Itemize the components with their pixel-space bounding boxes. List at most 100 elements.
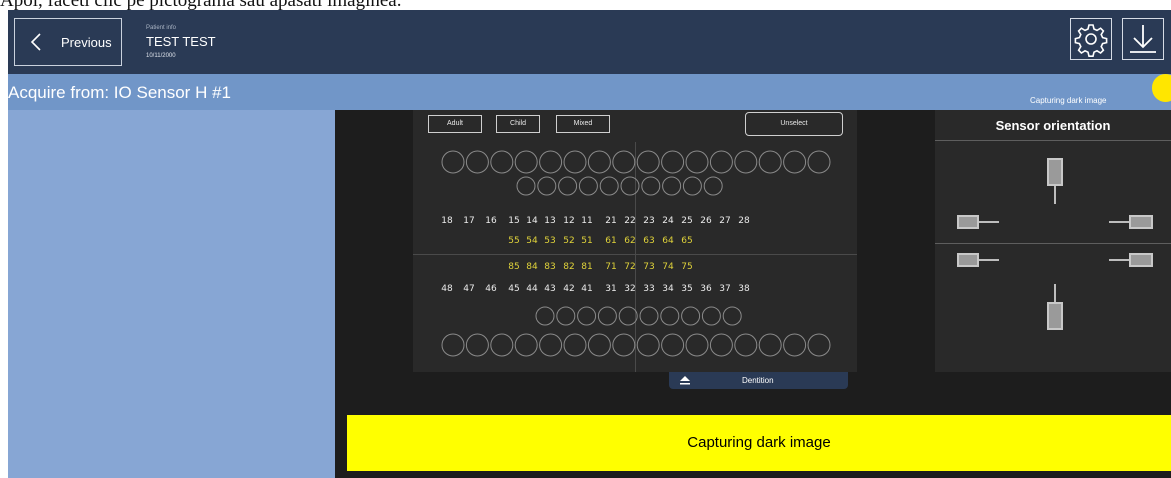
tooth-outline-lower-permanent[interactable] bbox=[734, 333, 758, 357]
tooth-number-lower-permanent[interactable]: 34 bbox=[658, 284, 678, 294]
tooth-outline-upper-primary[interactable] bbox=[578, 176, 598, 196]
tooth-number-lower-primary[interactable]: 81 bbox=[577, 262, 597, 272]
child-button[interactable]: Child bbox=[496, 115, 540, 133]
tooth-number-upper-permanent[interactable]: 16 bbox=[481, 216, 501, 226]
tooth-outline-lower-primary[interactable] bbox=[556, 306, 576, 326]
dentition-toggle-tab[interactable]: Dentition bbox=[669, 372, 848, 389]
tooth-outline-lower-permanent[interactable] bbox=[758, 333, 782, 357]
tooth-number-lower-primary[interactable]: 84 bbox=[522, 262, 542, 272]
tooth-number-lower-permanent[interactable]: 35 bbox=[677, 284, 697, 294]
tooth-outline-lower-permanent[interactable] bbox=[441, 333, 465, 357]
tooth-number-lower-permanent[interactable]: 38 bbox=[734, 284, 754, 294]
tooth-number-upper-permanent[interactable]: 26 bbox=[696, 216, 716, 226]
tooth-outline-upper-primary[interactable] bbox=[516, 176, 536, 196]
tooth-outline-upper-permanent[interactable] bbox=[758, 150, 782, 174]
tooth-outline-lower-permanent[interactable] bbox=[539, 333, 563, 357]
tooth-number-lower-permanent[interactable]: 42 bbox=[559, 284, 579, 294]
tooth-number-upper-permanent[interactable]: 17 bbox=[459, 216, 479, 226]
tooth-outline-upper-primary[interactable] bbox=[537, 176, 557, 196]
sensor-option-wire-left[interactable] bbox=[1105, 212, 1155, 232]
tooth-outline-upper-primary[interactable] bbox=[703, 176, 723, 196]
sensor-option-wire-down[interactable] bbox=[1047, 158, 1071, 208]
tooth-number-lower-primary[interactable]: 72 bbox=[620, 262, 640, 272]
tooth-number-upper-primary[interactable]: 55 bbox=[504, 236, 524, 246]
tooth-outline-lower-primary[interactable] bbox=[577, 306, 597, 326]
previous-button[interactable]: Previous bbox=[14, 18, 122, 66]
tooth-number-upper-primary[interactable]: 63 bbox=[639, 236, 659, 246]
tooth-number-lower-permanent[interactable]: 47 bbox=[459, 284, 479, 294]
tooth-outline-upper-permanent[interactable] bbox=[709, 150, 733, 174]
tooth-outline-upper-permanent[interactable] bbox=[441, 150, 465, 174]
tooth-outline-upper-permanent[interactable] bbox=[587, 150, 611, 174]
tooth-outline-upper-permanent[interactable] bbox=[807, 150, 831, 174]
tooth-number-upper-permanent[interactable]: 25 bbox=[677, 216, 697, 226]
tooth-outline-lower-permanent[interactable] bbox=[465, 333, 489, 357]
tooth-number-upper-permanent[interactable]: 23 bbox=[639, 216, 659, 226]
tooth-outline-upper-permanent[interactable] bbox=[612, 150, 636, 174]
tooth-number-lower-permanent[interactable]: 43 bbox=[540, 284, 560, 294]
tooth-number-upper-permanent[interactable]: 18 bbox=[437, 216, 457, 226]
tooth-number-upper-primary[interactable]: 53 bbox=[540, 236, 560, 246]
tooth-number-lower-permanent[interactable]: 37 bbox=[715, 284, 735, 294]
tooth-number-upper-permanent[interactable]: 13 bbox=[540, 216, 560, 226]
tooth-outline-upper-primary[interactable] bbox=[620, 176, 640, 196]
tooth-outline-upper-permanent[interactable] bbox=[490, 150, 514, 174]
tooth-outline-upper-primary[interactable] bbox=[662, 176, 682, 196]
tooth-number-upper-primary[interactable]: 52 bbox=[559, 236, 579, 246]
tooth-number-lower-permanent[interactable]: 41 bbox=[577, 284, 597, 294]
tooth-outline-upper-primary[interactable] bbox=[599, 176, 619, 196]
tooth-number-upper-primary[interactable]: 64 bbox=[658, 236, 678, 246]
tooth-number-lower-primary[interactable]: 75 bbox=[677, 262, 697, 272]
tooth-number-lower-primary[interactable]: 73 bbox=[639, 262, 659, 272]
tooth-outline-lower-primary[interactable] bbox=[618, 306, 638, 326]
tooth-outline-lower-primary[interactable] bbox=[701, 306, 721, 326]
mixed-button[interactable]: Mixed bbox=[556, 115, 610, 133]
tooth-outline-upper-permanent[interactable] bbox=[734, 150, 758, 174]
download-button[interactable] bbox=[1122, 18, 1164, 60]
tooth-outline-lower-permanent[interactable] bbox=[783, 333, 807, 357]
tooth-number-upper-permanent[interactable]: 15 bbox=[504, 216, 524, 226]
tooth-number-upper-permanent[interactable]: 28 bbox=[734, 216, 754, 226]
tooth-number-upper-permanent[interactable]: 24 bbox=[658, 216, 678, 226]
tooth-number-upper-primary[interactable]: 62 bbox=[620, 236, 640, 246]
settings-button[interactable] bbox=[1070, 18, 1112, 60]
tooth-outline-lower-primary[interactable] bbox=[722, 306, 742, 326]
tooth-number-lower-primary[interactable]: 71 bbox=[601, 262, 621, 272]
sensor-option-wire-right[interactable] bbox=[957, 212, 1007, 232]
tooth-number-lower-permanent[interactable]: 33 bbox=[639, 284, 659, 294]
tooth-outline-upper-permanent[interactable] bbox=[636, 150, 660, 174]
tooth-outline-upper-permanent[interactable] bbox=[783, 150, 807, 174]
tooth-outline-lower-permanent[interactable] bbox=[563, 333, 587, 357]
tooth-outline-lower-primary[interactable] bbox=[535, 306, 555, 326]
tooth-outline-upper-primary[interactable] bbox=[641, 176, 661, 196]
sensor-option-wire-right-lower[interactable] bbox=[957, 250, 1007, 270]
tooth-number-upper-primary[interactable]: 51 bbox=[577, 236, 597, 246]
tooth-number-upper-permanent[interactable]: 14 bbox=[522, 216, 542, 226]
tooth-outline-lower-permanent[interactable] bbox=[636, 333, 660, 357]
tooth-outline-lower-permanent[interactable] bbox=[661, 333, 685, 357]
tooth-outline-lower-permanent[interactable] bbox=[514, 333, 538, 357]
tooth-outline-lower-primary[interactable] bbox=[681, 306, 701, 326]
tooth-outline-lower-permanent[interactable] bbox=[587, 333, 611, 357]
tooth-number-lower-primary[interactable]: 74 bbox=[658, 262, 678, 272]
tooth-number-upper-permanent[interactable]: 21 bbox=[601, 216, 621, 226]
tooth-outline-lower-primary[interactable] bbox=[660, 306, 680, 326]
tooth-outline-upper-permanent[interactable] bbox=[514, 150, 538, 174]
tooth-number-upper-permanent[interactable]: 27 bbox=[715, 216, 735, 226]
tooth-outline-lower-permanent[interactable] bbox=[807, 333, 831, 357]
tooth-outline-upper-primary[interactable] bbox=[682, 176, 702, 196]
tooth-outline-lower-permanent[interactable] bbox=[490, 333, 514, 357]
tooth-number-upper-primary[interactable]: 65 bbox=[677, 236, 697, 246]
tooth-number-lower-permanent[interactable]: 36 bbox=[696, 284, 716, 294]
sensor-option-wire-left-lower[interactable] bbox=[1105, 250, 1155, 270]
tooth-number-upper-permanent[interactable]: 11 bbox=[577, 216, 597, 226]
adult-button[interactable]: Adult bbox=[428, 115, 482, 133]
tooth-number-upper-permanent[interactable]: 12 bbox=[559, 216, 579, 226]
tooth-number-lower-permanent[interactable]: 31 bbox=[601, 284, 621, 294]
tooth-number-upper-primary[interactable]: 54 bbox=[522, 236, 542, 246]
tooth-outline-lower-primary[interactable] bbox=[597, 306, 617, 326]
tooth-outline-lower-permanent[interactable] bbox=[685, 333, 709, 357]
tooth-outline-upper-permanent[interactable] bbox=[685, 150, 709, 174]
tooth-outline-lower-permanent[interactable] bbox=[612, 333, 636, 357]
tooth-number-lower-permanent[interactable]: 44 bbox=[522, 284, 542, 294]
